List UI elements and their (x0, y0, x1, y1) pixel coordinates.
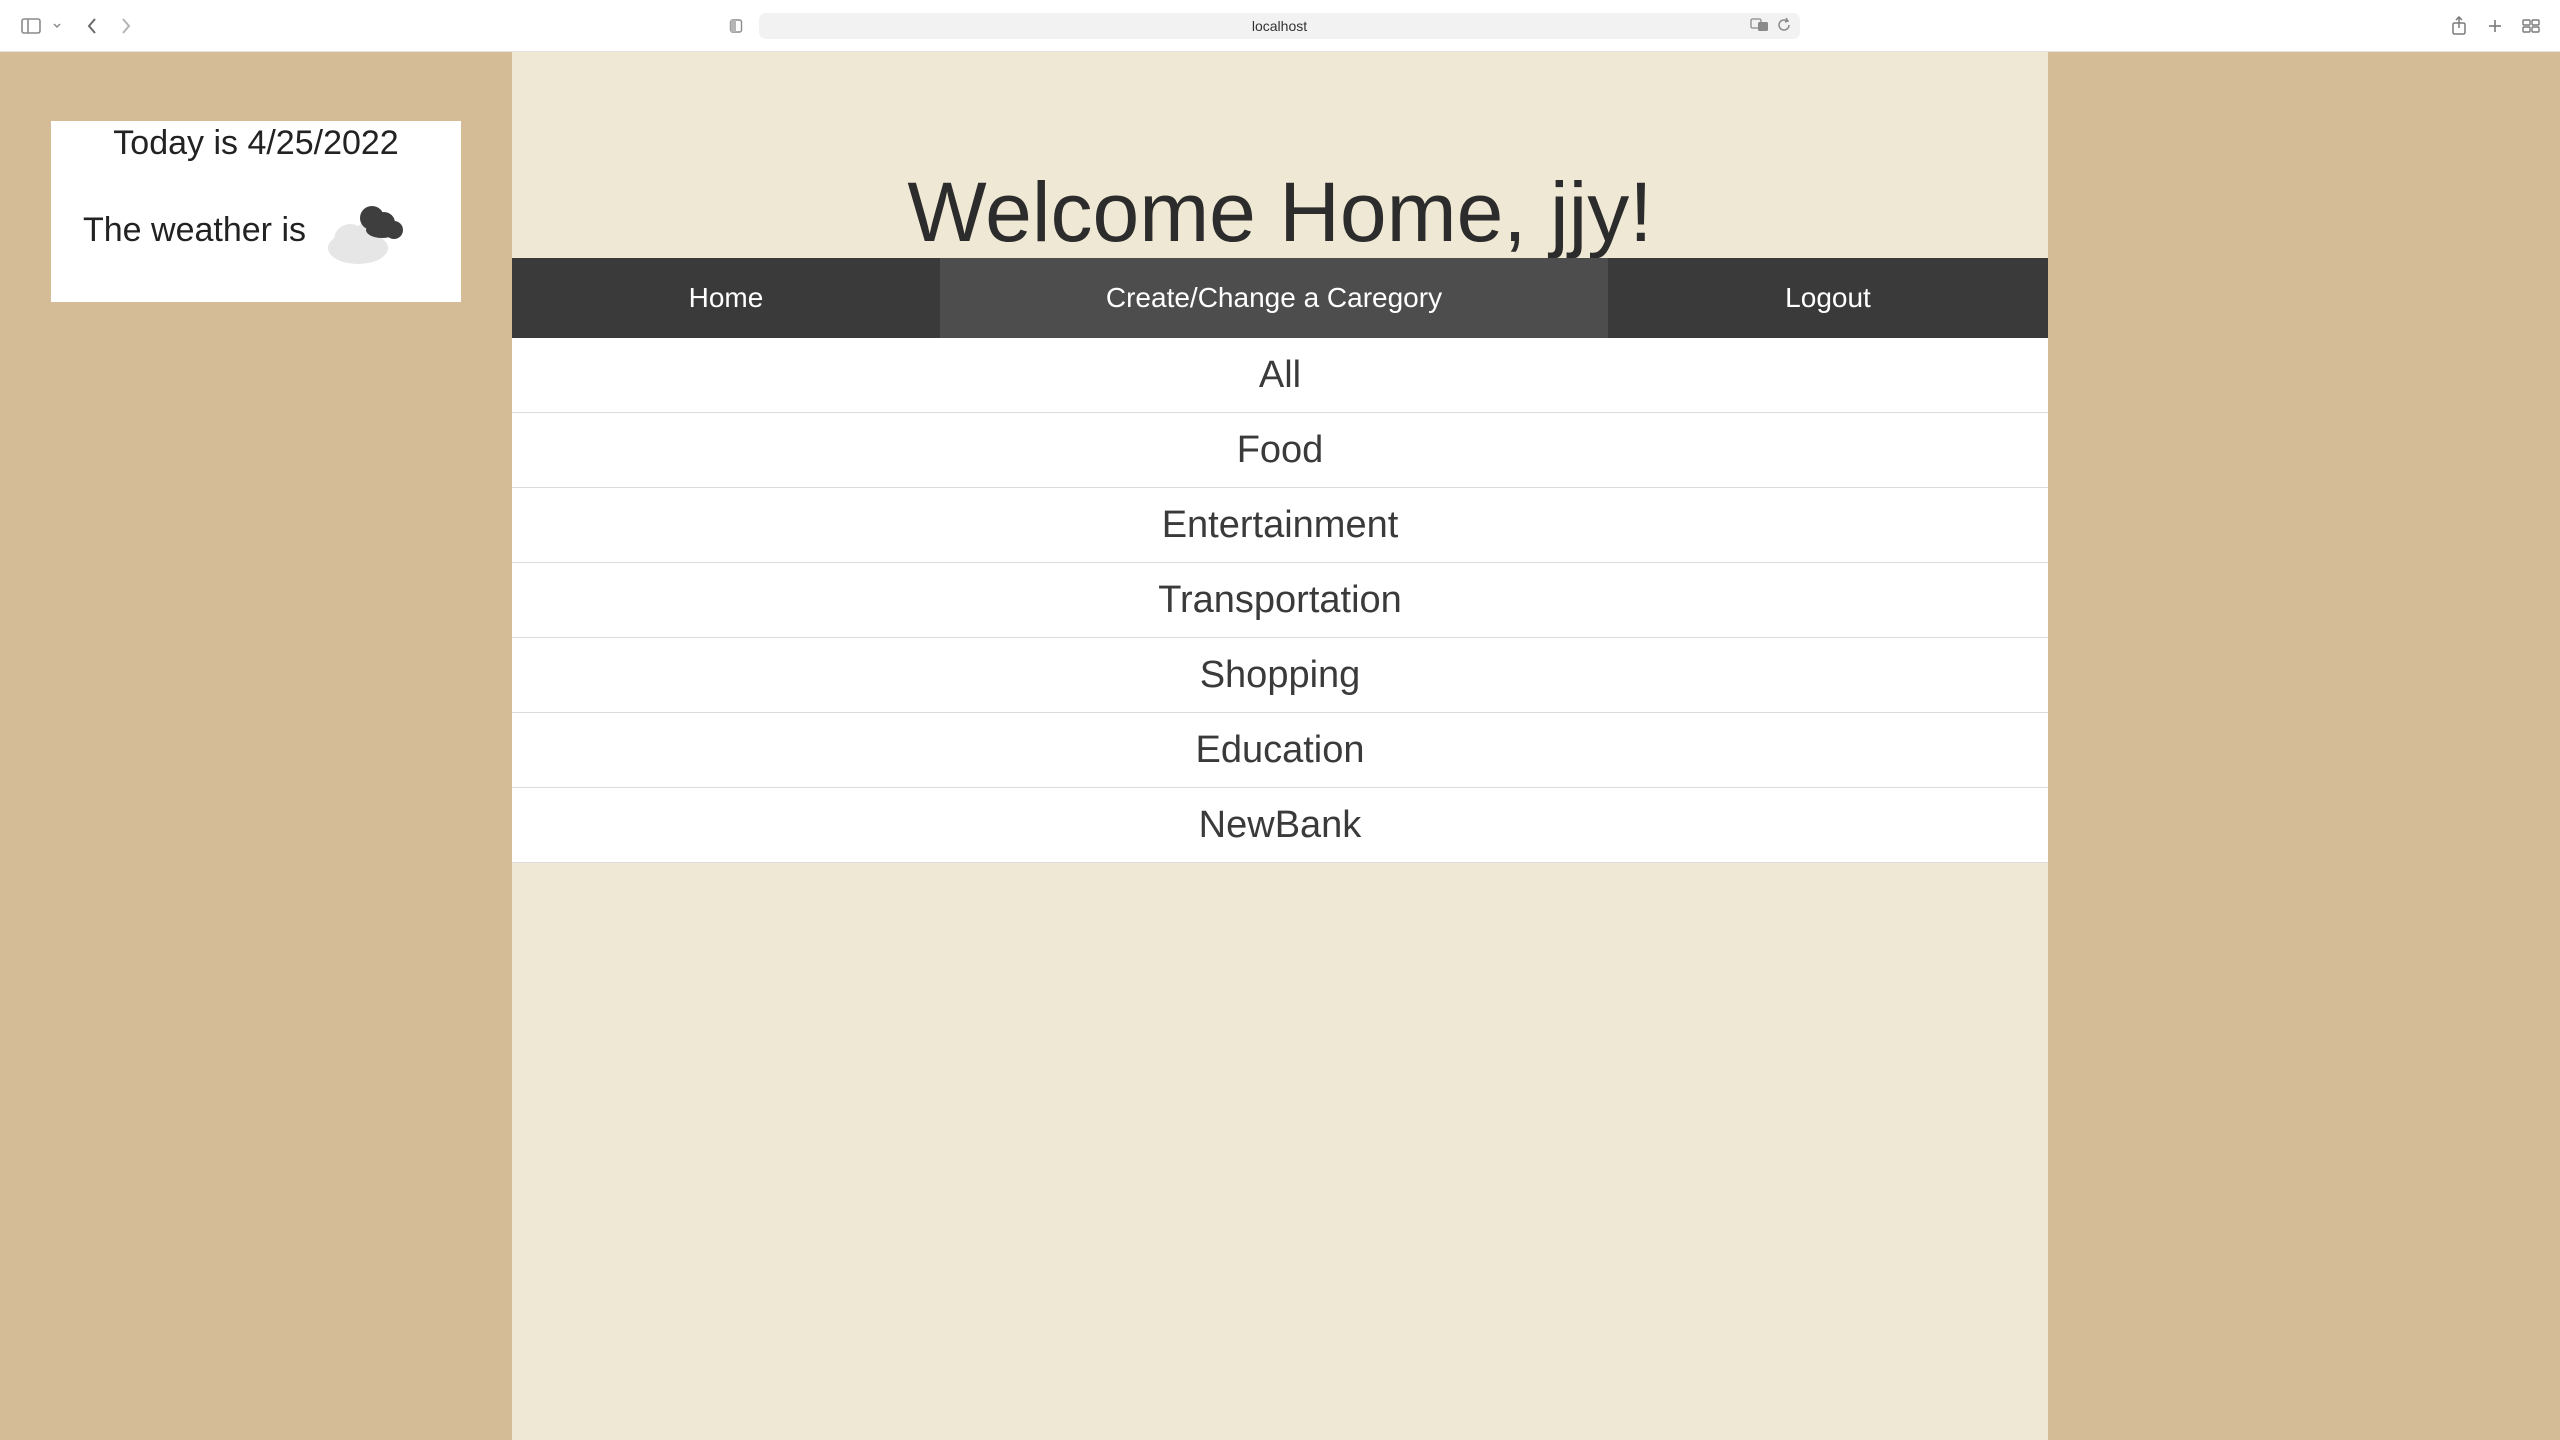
category-item-entertainment[interactable]: Entertainment (512, 488, 2048, 563)
main-panel: Welcome Home, jjy! Home Create/Change a … (512, 52, 2048, 1440)
address-bar[interactable]: localhost (759, 13, 1800, 39)
cloudy-icon (318, 200, 414, 271)
tab-overview-icon[interactable] (2520, 12, 2542, 40)
browser-toolbar: localhost (0, 0, 2560, 52)
translate-icon[interactable] (1750, 17, 1770, 38)
category-item-shopping[interactable]: Shopping (512, 638, 2048, 713)
share-icon[interactable] (2448, 12, 2470, 40)
weather-label: The weather is (83, 211, 306, 249)
category-item-food[interactable]: Food (512, 413, 2048, 488)
privacy-shield-icon[interactable] (726, 12, 746, 40)
today-date-text: Today is 4/25/2022 (113, 124, 399, 162)
reload-icon[interactable] (1776, 17, 1792, 38)
category-item-newbank[interactable]: NewBank (512, 788, 2048, 863)
category-item-transportation[interactable]: Transportation (512, 563, 2048, 638)
sidebar-toggle-icon[interactable] (18, 12, 44, 40)
nav-logout-link[interactable]: Logout (1608, 258, 2048, 338)
category-item-education[interactable]: Education (512, 713, 2048, 788)
page-title: Welcome Home, jjy! (907, 165, 1653, 259)
back-icon[interactable] (82, 12, 102, 40)
forward-icon[interactable] (116, 12, 136, 40)
category-item-all[interactable]: All (512, 338, 2048, 413)
chevron-down-icon[interactable] (50, 12, 64, 40)
category-list: All Food Entertainment Transportation Sh… (512, 338, 2048, 863)
navbar: Home Create/Change a Caregory Logout (512, 258, 2048, 338)
nav-home-link[interactable]: Home (512, 258, 940, 338)
new-tab-icon[interactable] (2484, 12, 2506, 40)
nav-create-category-link[interactable]: Create/Change a Caregory (940, 258, 1608, 338)
url-text: localhost (1251, 18, 1308, 34)
